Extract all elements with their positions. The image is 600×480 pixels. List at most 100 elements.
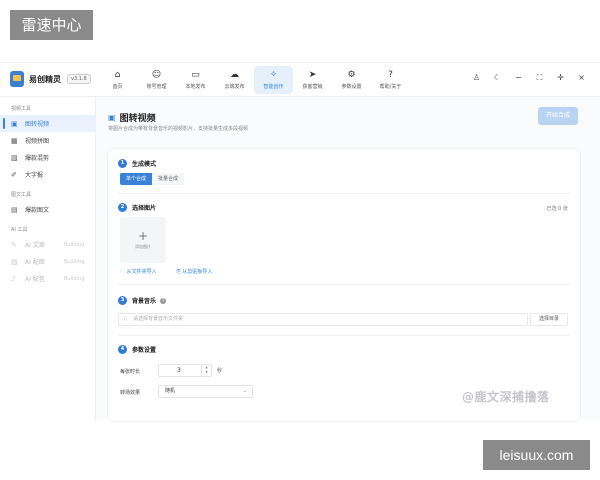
nav-label: 参数设置: [341, 84, 362, 90]
close-icon[interactable]: ×: [571, 73, 592, 83]
tab-mode[interactable]: 批量合成: [152, 173, 185, 185]
nav-item[interactable]: ⌂ 首页: [98, 66, 137, 94]
theme-moon-icon[interactable]: ☾: [487, 73, 508, 83]
nav-item[interactable]: ? 帮助/关于: [371, 66, 410, 94]
app-name: 易创精灵: [29, 74, 61, 84]
sidebar: 视频工具 ▣ 图转视频 ▦ 视频拼图 ▧ 爆款混剪 ✐ 大字报图文工具 ▤ 爆款图文 AI 工具 ✎ AI…: [0, 97, 96, 421]
sidebar-section-title: 视频工具: [11, 106, 32, 112]
nav-item[interactable]: ☺ 账号管理: [137, 66, 176, 94]
nav-item[interactable]: ⚙ 参数设置: [332, 66, 371, 94]
image-icon: ▧: [11, 153, 18, 162]
brush-icon: ✐: [11, 170, 17, 179]
stepper-arrows-icon[interactable]: ▲ ▼: [201, 365, 211, 376]
sidebar-item[interactable]: ✐ 大字报: [0, 166, 95, 183]
sidebar-item: ▨ AI 配图 Building: [0, 253, 95, 270]
nav-label: 获客营销: [302, 84, 323, 90]
gear-icon: ⚙: [347, 70, 356, 80]
section-music-header: 3 背景音乐 ?: [118, 296, 167, 305]
version-badge: v3.1.8: [67, 74, 91, 84]
nav-item[interactable]: ▭ 本地发布: [176, 66, 215, 94]
nav-label: 智能创作: [263, 84, 284, 90]
pin-icon[interactable]: ✛: [550, 73, 571, 83]
generate-button[interactable]: 开始合成: [538, 107, 578, 125]
sidebar-item[interactable]: ▦ 视频拼图: [0, 132, 95, 149]
import-actions: 🗀 从文件夹导入 ⎘ 从剪贴板导入: [120, 268, 232, 277]
mic-icon: ♪: [11, 274, 16, 283]
divider: [118, 335, 570, 336]
nav-label: 账号管理: [146, 84, 167, 90]
pen-icon: ✎: [11, 240, 17, 249]
tab-mode[interactable]: 单个合成: [120, 173, 153, 185]
nav-label: 帮助/关于: [379, 84, 402, 90]
step-number: 3: [118, 296, 127, 305]
choose-folder-button[interactable]: 选择目录: [530, 313, 568, 326]
help-circle-icon[interactable]: ?: [160, 297, 167, 304]
chevron-down-icon: ⌄: [242, 388, 247, 394]
import-folder-link[interactable]: 🗀 从文件夹导入: [120, 268, 167, 277]
nav-label: 本地发布: [185, 84, 206, 90]
sidebar-item: ♪ AI 配音 Building: [0, 270, 95, 287]
top-bar: 易创精灵 v3.1.8 ⌂ 首页 ☺ 账号管理 ▭ 本地发布 ☁ 云端发布 ✧ 智能创作 ➤ 获客营销…: [0, 63, 600, 97]
maximize-icon[interactable]: ⛶: [529, 73, 550, 83]
brand: 易创精灵 v3.1.8: [10, 71, 91, 87]
section-title: 选择图片: [132, 205, 157, 212]
main-nav: ⌂ 首页 ☺ 账号管理 ▭ 本地发布 ☁ 云端发布 ✧ 智能创作 ➤ 获客营销 ⚙ 参数设置? 帮助/关于: [98, 66, 410, 94]
nav-item[interactable]: ✧ 智能创作: [254, 66, 293, 94]
monitor-icon: ▭: [191, 70, 200, 80]
music-icon: ♫: [123, 316, 128, 322]
sidebar-item[interactable]: ▣ 图转视频: [0, 115, 95, 132]
page-title: 图转视频: [119, 114, 156, 124]
main-content: ▣ 图转视频 将图片合成为带有背景音乐的视频影片，支持批量生成多段视频 开始合成…: [96, 97, 600, 421]
transition-select[interactable]: 随机 ⌄: [158, 385, 253, 398]
import-clipboard-link[interactable]: ⎘ 从剪贴板导入: [177, 268, 223, 277]
video-icon: ▣: [108, 113, 116, 122]
duration-stepper[interactable]: 3 ▲ ▼: [158, 364, 212, 377]
selected-count: 已选 0 张: [546, 206, 568, 212]
sidebar-item-label: AI 配音: [25, 276, 45, 283]
send-icon: ➤: [308, 70, 317, 80]
page-subtitle: 将图片合成为带有背景音乐的视频影片，支持批量生成多段视频: [108, 126, 249, 132]
section-params-header: 4 参数设置: [118, 345, 156, 354]
minimize-icon[interactable]: −: [508, 73, 529, 83]
divider: [118, 284, 570, 285]
cloud-icon: ☁: [230, 70, 239, 80]
sidebar-item-label: AI 文案: [25, 242, 45, 249]
home-icon: ⌂: [114, 70, 121, 80]
watermark-bottom: leisuux.com: [483, 440, 590, 470]
duration-unit: 秒: [217, 368, 223, 374]
sidebar-section-title: 图文工具: [11, 192, 32, 198]
picture-icon: ▨: [11, 257, 18, 266]
nav-item[interactable]: ☁ 云端发布: [215, 66, 254, 94]
help-icon: ?: [388, 70, 393, 80]
status-badge: Building: [64, 241, 85, 248]
sidebar-item: ✎ AI 文案 Building: [0, 236, 95, 253]
sidebar-item-label: 大字报: [25, 172, 44, 179]
duration-label: 每张时长: [120, 369, 141, 375]
status-badge: Building: [64, 275, 85, 282]
screenshot-page: 雷速中心 易创精灵 v3.1.8 ⌂ 首页 ☺ 账号管理 ▭ 本地发布 ☁ 云端发布 ✧ 智能创作…: [0, 0, 600, 480]
doc-icon: ▤: [11, 205, 18, 214]
add-image-button[interactable]: + 添加图片: [120, 217, 166, 263]
watermark-top: 雷速中心: [10, 10, 93, 40]
section-title: 生成模式: [132, 161, 157, 168]
transition-label: 转场效果: [120, 390, 141, 396]
window-controls: ♙ ☾ − ⛶ ✛ ×: [466, 73, 592, 83]
section-images-header: 2 选择图片: [118, 203, 156, 212]
nav-label: 云端发布: [224, 84, 245, 90]
sidebar-item[interactable]: ▧ 爆款混剪: [0, 149, 95, 166]
sidebar-item[interactable]: ▤ 爆款图文: [0, 201, 95, 218]
grid-icon: ▦: [11, 136, 18, 145]
sidebar-section-title: AI 工具: [11, 227, 28, 233]
mode-tabs: 单个合成 批量合成: [120, 173, 185, 185]
sidebar-item-label: 爆款混剪: [25, 155, 50, 162]
music-folder-input[interactable]: ♫ 请选择背景音乐文件夹: [118, 313, 528, 326]
status-badge: Building: [64, 258, 85, 265]
sidebar-item-label: AI 配图: [25, 259, 45, 266]
section-mode-header: 1 生成模式: [118, 159, 156, 168]
divider: [118, 193, 570, 194]
app-window: 易创精灵 v3.1.8 ⌂ 首页 ☺ 账号管理 ▭ 本地发布 ☁ 云端发布 ✧ 智能创作 ➤ 获客营销…: [0, 62, 600, 421]
nav-item[interactable]: ➤ 获客营销: [293, 66, 332, 94]
step-number: 4: [118, 345, 127, 354]
settings-card: 1 生成模式 单个合成 批量合成 2 选择图片 已选 0 张 + 添加图片 🗀 从…: [108, 149, 580, 421]
account-icon[interactable]: ♙: [466, 73, 487, 83]
